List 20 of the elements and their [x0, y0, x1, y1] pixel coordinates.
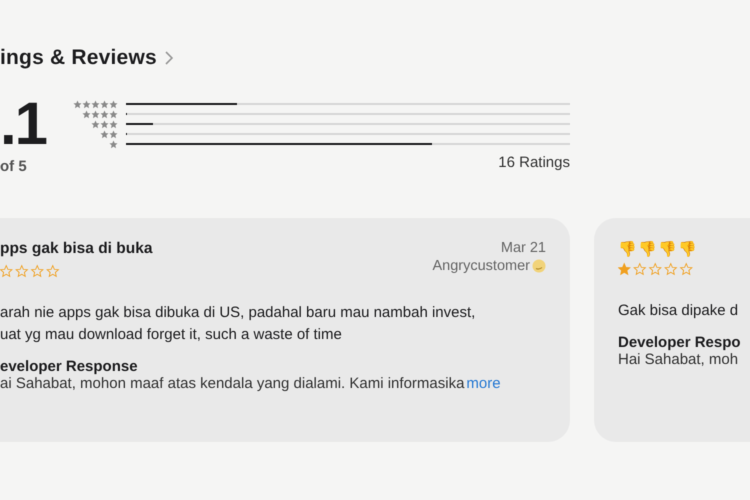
review-date: Mar 21: [500, 240, 546, 256]
stars-icon: [73, 100, 118, 108]
developer-response-title: eveloper Response: [0, 358, 139, 375]
review-title: pps gak bisa di buka: [0, 240, 152, 259]
stars-icon: [82, 110, 118, 118]
review-author: Angrycustomer: [432, 258, 546, 274]
review-title: 👎👎👎👎: [618, 240, 698, 258]
developer-response-title: Developer Respo: [618, 334, 742, 351]
review-text: Gak bisa dipake d: [618, 301, 740, 321]
emoji-icon: [532, 259, 546, 273]
average-score: .1: [0, 96, 48, 152]
review-text: uat yg mau download forget it, such a waste of time: [0, 325, 343, 345]
developer-response-text: ai Sahabat, mohon maaf atas kendala yang dialami. Kami informasika: [0, 375, 464, 392]
section-title: ings & Reviews: [0, 46, 157, 70]
more-link[interactable]: more: [466, 375, 501, 392]
review-text: arah nie apps gak bisa dibuka di US, padahal baru mau nambah invest,: [0, 303, 476, 323]
ratings-count: 16 Ratings: [498, 154, 570, 171]
developer-response-text: Hai Sahabat, moh: [618, 351, 738, 368]
out-of-label: of 5: [0, 158, 28, 175]
chevron-right-icon[interactable]: [164, 51, 173, 65]
